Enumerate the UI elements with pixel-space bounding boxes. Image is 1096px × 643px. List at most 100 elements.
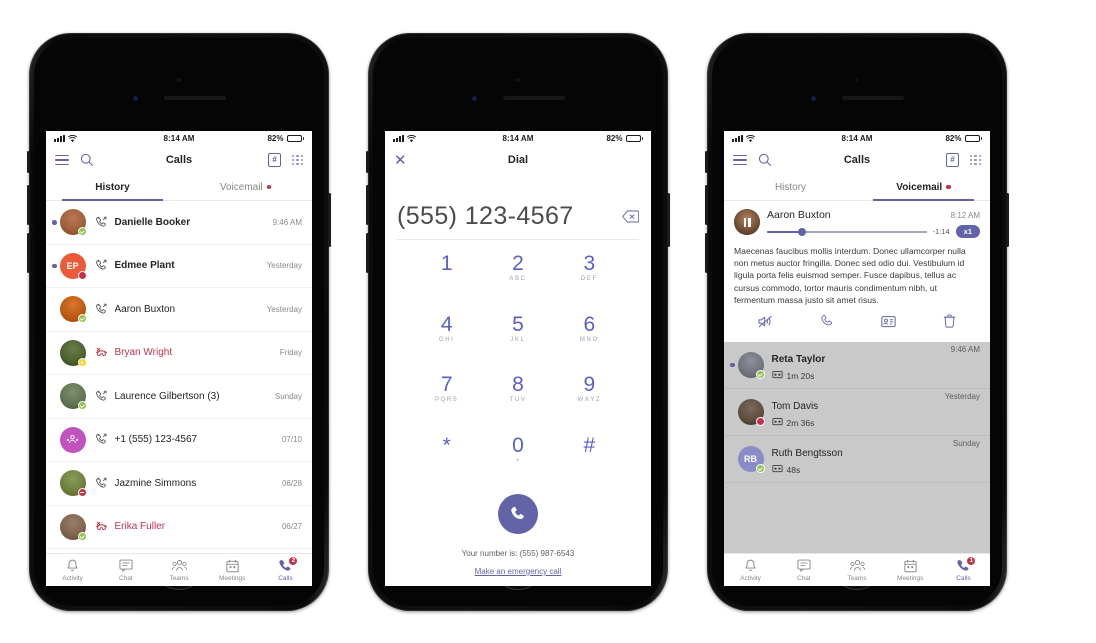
nine-dot-grid-icon[interactable] bbox=[292, 154, 304, 166]
tab-history[interactable]: History bbox=[46, 174, 179, 201]
avatar[interactable] bbox=[59, 470, 87, 498]
phone-device-1: 8:14 AM 82% Calls # History Voicemail Da… bbox=[27, 33, 331, 611]
call-history-row[interactable]: Laurence Gilbertson (3) Sunday bbox=[46, 375, 312, 419]
dial-key-7[interactable]: 7 PQRS bbox=[411, 371, 482, 432]
wifi-icon bbox=[68, 134, 77, 142]
bottom-navigation[interactable]: Activity Chat Teams Meetings 2 Calls bbox=[46, 553, 312, 586]
dial-key-6[interactable]: 6 MNO bbox=[554, 311, 625, 372]
nav-item-activity[interactable]: Activity bbox=[724, 554, 777, 586]
avatar[interactable] bbox=[737, 352, 765, 380]
nav-item-calls[interactable]: 1 Calls bbox=[937, 554, 990, 586]
nav-item-meetings[interactable]: Meetings bbox=[206, 554, 259, 586]
chat-bubble-icon bbox=[119, 559, 133, 573]
voicemail-row[interactable]: Tom Davis 2m 36s Yesterday bbox=[724, 389, 990, 437]
emergency-call-link[interactable]: Make an emergency call bbox=[397, 567, 639, 576]
dial-key-0[interactable]: 0 + bbox=[482, 432, 553, 493]
nav-item-meetings[interactable]: Meetings bbox=[884, 554, 937, 586]
cellular-bars-icon bbox=[393, 135, 404, 142]
nav-item-activity[interactable]: Activity bbox=[46, 554, 99, 586]
dial-key-hash[interactable]: # bbox=[554, 432, 625, 493]
dial-number-input[interactable]: (555) 123-4567 bbox=[397, 202, 614, 231]
bottom-navigation[interactable]: Activity Chat Teams Meetings 1 Calls bbox=[724, 553, 990, 586]
nav-badge: 1 bbox=[966, 555, 977, 566]
call-contact-name: Aaron Buxton bbox=[114, 303, 176, 315]
dial-key-1[interactable]: 1 bbox=[411, 250, 482, 311]
dial-key-5[interactable]: 5 JKL bbox=[482, 311, 553, 372]
dial-key-3[interactable]: 3 DEF bbox=[554, 250, 625, 311]
call-contact-name: Danielle Booker bbox=[114, 216, 191, 228]
hamburger-menu-icon[interactable] bbox=[55, 155, 69, 165]
call-history-row[interactable]: Aaron Buxton Yesterday bbox=[46, 288, 312, 332]
voicemail-list[interactable]: Reta Taylor 1m 20s 9:46 AM Tom Davis 2m 36s Y… bbox=[724, 342, 990, 553]
avatar[interactable] bbox=[737, 399, 765, 427]
dial-key-8[interactable]: 8 TUV bbox=[482, 371, 553, 432]
tab-voicemail[interactable]: Voicemail bbox=[857, 174, 990, 201]
backspace-delete-icon[interactable] bbox=[622, 210, 640, 223]
nav-item-label: Chat bbox=[796, 574, 811, 582]
avatar[interactable] bbox=[59, 296, 87, 324]
phone-icon: 1 bbox=[956, 555, 977, 573]
playback-speed-button[interactable]: x1 bbox=[955, 225, 980, 238]
trash-icon[interactable] bbox=[943, 314, 956, 333]
call-history-row[interactable]: Erika Fuller 06/27 bbox=[46, 505, 312, 549]
avatar[interactable] bbox=[59, 339, 87, 367]
dial-key-letters: ABC bbox=[509, 276, 527, 283]
call-history-row[interactable]: Jazmine Simmons 06/28 bbox=[46, 462, 312, 506]
close-x-icon[interactable]: ✕ bbox=[394, 153, 407, 168]
voicemail-duration: 1m 20s bbox=[786, 370, 815, 381]
playback-scrubber[interactable] bbox=[767, 227, 927, 236]
contact-card-icon[interactable] bbox=[881, 315, 896, 333]
search-icon[interactable] bbox=[80, 153, 94, 167]
voicemail-row[interactable]: Reta Taylor 1m 20s 9:46 AM bbox=[724, 342, 990, 390]
avatar[interactable]: EP bbox=[59, 252, 87, 280]
nav-item-teams[interactable]: Teams bbox=[830, 554, 883, 586]
screenshot-stage: 8:14 AM 82% Calls # History Voicemail Da… bbox=[0, 0, 1096, 643]
search-icon[interactable] bbox=[758, 153, 772, 167]
avatar[interactable]: RB bbox=[737, 446, 765, 474]
nav-item-chat[interactable]: Chat bbox=[99, 554, 152, 586]
incoming-call-icon bbox=[95, 433, 108, 446]
wifi-icon bbox=[407, 134, 416, 142]
call-history-list[interactable]: Danielle Booker 9:46 AM EP Edmee Plant Yeste… bbox=[46, 201, 312, 553]
call-history-row[interactable]: Danielle Booker 9:46 AM bbox=[46, 201, 312, 245]
call-history-row[interactable]: EP Edmee Plant Yesterday bbox=[46, 244, 312, 288]
nav-item-calls[interactable]: 2 Calls bbox=[259, 554, 312, 586]
voicemail-timestamp: Sunday bbox=[952, 439, 980, 449]
dial-key-digit: 1 bbox=[440, 252, 453, 275]
nav-item-chat[interactable]: Chat bbox=[777, 554, 830, 586]
call-button[interactable] bbox=[498, 494, 538, 534]
nav-item-teams[interactable]: Teams bbox=[152, 554, 205, 586]
phone-device-3: 8:14 AM 82% Calls # History Voicemail Aa… bbox=[705, 33, 1009, 611]
bell-icon bbox=[744, 559, 757, 573]
voicemail-caller-name: Reta Taylor bbox=[771, 354, 826, 366]
dial-key-4[interactable]: 4 GHI bbox=[411, 311, 482, 372]
tab-voicemail[interactable]: Voicemail bbox=[179, 174, 312, 200]
dial-key-9[interactable]: 9 WXYZ bbox=[554, 371, 625, 432]
dial-key-letters: DEF bbox=[580, 276, 598, 283]
dial-keypad[interactable]: 1 2 ABC 3 DEF 4 GHI 5 JKL 6 MNO 7 PQRS 8 TUV 9 WXYZ * 0 + # bbox=[397, 240, 639, 492]
call-history-row[interactable]: +1 (555) 123-4567 07/10 bbox=[46, 418, 312, 462]
avatar[interactable] bbox=[59, 513, 87, 541]
dialpad-badge-icon[interactable]: # bbox=[946, 153, 960, 167]
bell-icon bbox=[66, 559, 79, 573]
avatar[interactable] bbox=[59, 209, 87, 237]
scrubber-knob[interactable] bbox=[798, 227, 807, 236]
tab-bar: History Voicemail bbox=[724, 174, 990, 201]
nine-dot-grid-icon[interactable] bbox=[970, 154, 982, 166]
avatar[interactable] bbox=[59, 426, 86, 453]
dial-key-star[interactable]: * bbox=[411, 432, 482, 493]
status-time: 8:14 AM bbox=[502, 134, 534, 143]
hamburger-menu-icon[interactable] bbox=[733, 155, 747, 165]
page-title: Calls bbox=[165, 154, 193, 166]
tab-history[interactable]: History bbox=[724, 174, 857, 200]
mute-speaker-icon[interactable] bbox=[758, 315, 773, 333]
voicemail-avatar[interactable] bbox=[734, 209, 760, 235]
pause-icon[interactable] bbox=[743, 217, 751, 227]
dialpad-badge-icon[interactable]: # bbox=[268, 153, 282, 167]
call-history-row[interactable]: Bryan Wright Friday bbox=[46, 331, 312, 375]
avatar[interactable] bbox=[59, 383, 87, 411]
call-contact-name: Laurence Gilbertson (3) bbox=[114, 390, 220, 402]
voicemail-row[interactable]: RB Ruth Bengtsson 48s Sunday bbox=[724, 436, 990, 484]
phone-icon[interactable] bbox=[820, 314, 834, 333]
dial-key-2[interactable]: 2 ABC bbox=[482, 250, 553, 311]
